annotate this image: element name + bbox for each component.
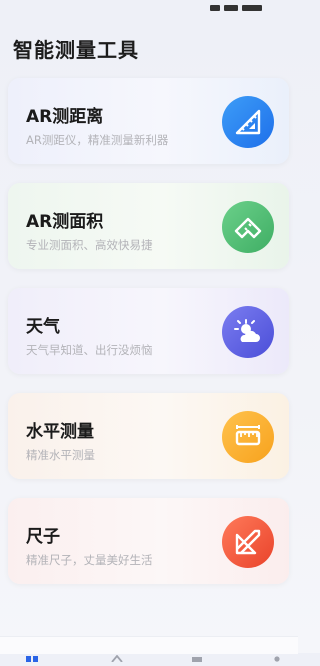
card-ar-area[interactable]: AR测面积 专业测面积、高效快易捷 (8, 183, 289, 269)
page-title: 智能测量工具 (13, 38, 139, 62)
card-description: 精准水平测量 (26, 448, 95, 462)
tab-bar (0, 636, 298, 663)
card-ruler[interactable]: 尺子 精准尺子，丈量美好生活 (8, 498, 289, 584)
card-description: AR测距仪，精准测量新利器 (26, 133, 169, 147)
status-icons (206, 0, 286, 11)
card-title: AR测面积 (26, 212, 104, 232)
card-title: 尺子 (26, 527, 60, 547)
level-ruler-icon (222, 411, 274, 463)
card-ar-distance[interactable]: AR测距离 AR测距仪，精准测量新利器 (8, 78, 289, 164)
card-description: 专业测面积、高效快易捷 (26, 238, 153, 252)
status-bar (0, 0, 298, 11)
ruler-icon (222, 516, 274, 568)
card-weather[interactable]: 天气 天气早知道、出行没烦恼 (8, 288, 289, 374)
card-title: 水平测量 (26, 422, 94, 442)
card-description: 天气早知道、出行没烦恼 (26, 343, 153, 357)
card-title: AR测距离 (26, 107, 104, 127)
weather-sun-cloud-icon (222, 306, 274, 358)
card-description: 精准尺子，丈量美好生活 (26, 553, 153, 567)
ruler-triangle-icon (222, 96, 274, 148)
card-title: 天气 (26, 317, 60, 337)
card-level[interactable]: 水平测量 精准水平测量 (8, 393, 289, 479)
area-measure-icon (222, 201, 274, 253)
